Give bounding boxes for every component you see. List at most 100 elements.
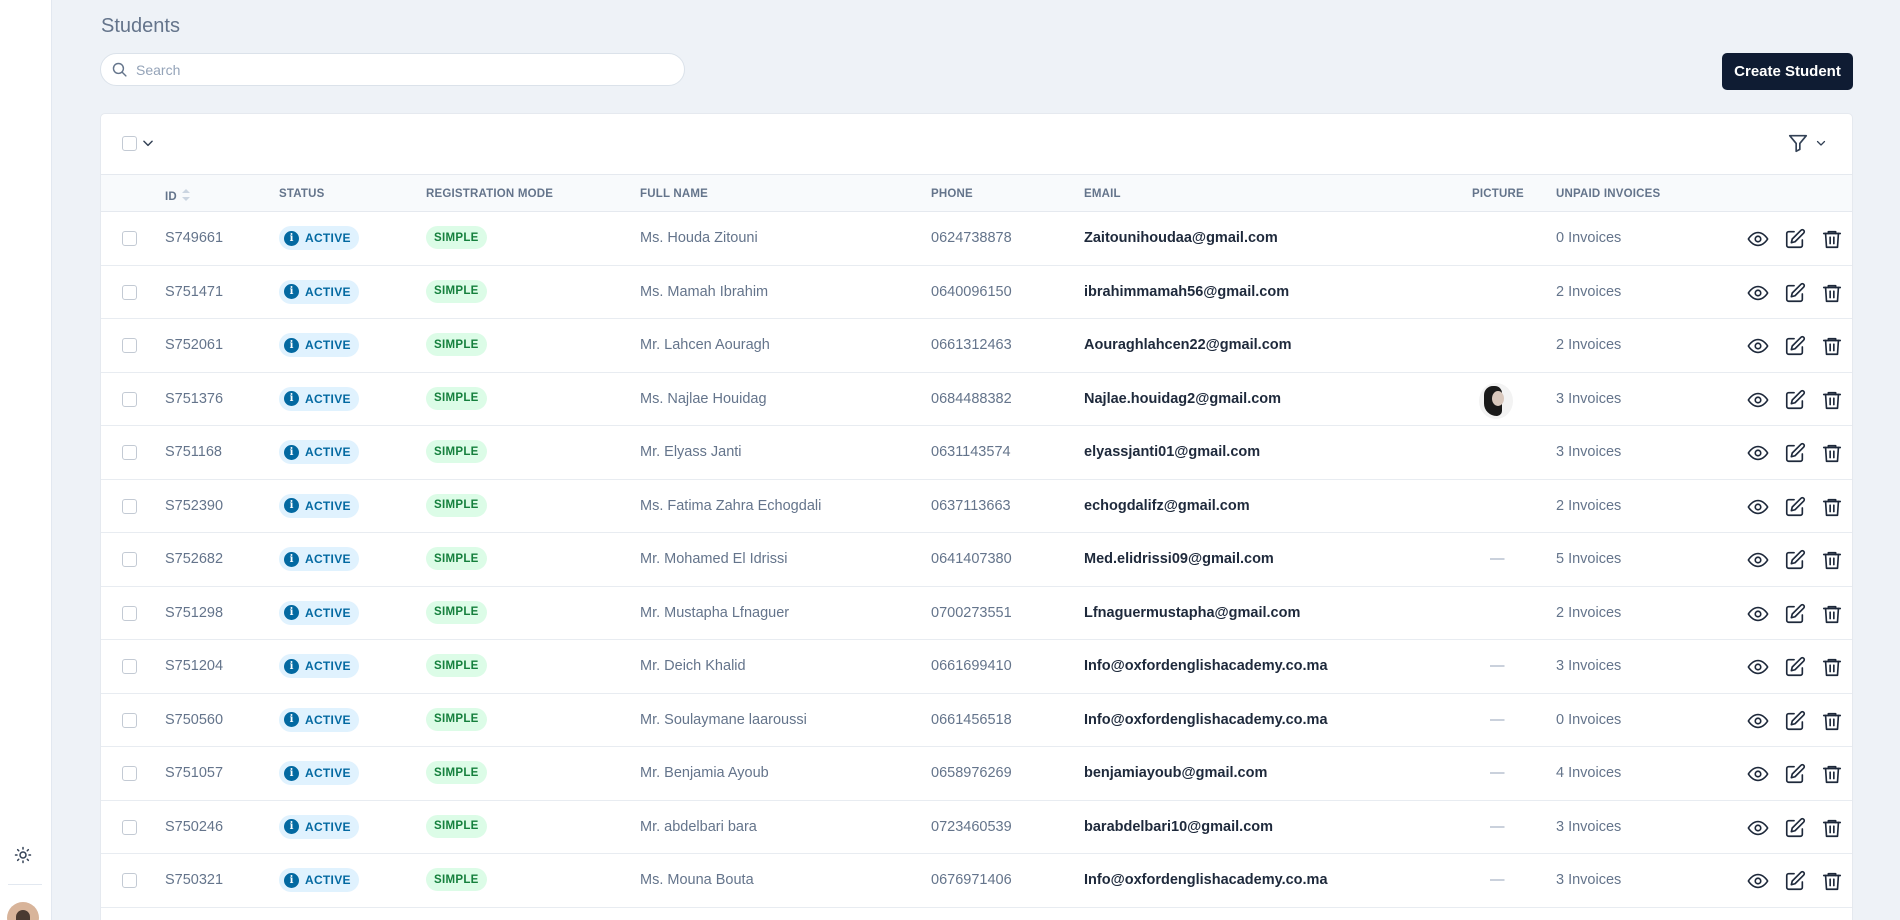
registration-mode-text: SIMPLE (434, 499, 479, 511)
picture-empty: — (1490, 551, 1505, 567)
eye-icon[interactable] (1746, 495, 1770, 519)
search-input[interactable] (136, 61, 656, 78)
table-row[interactable]: S751204 i ACTIVE SIMPLE Mr. Deich Khalid… (101, 640, 1852, 694)
sun-icon[interactable] (12, 844, 34, 866)
phone: 0661699410 (931, 658, 1012, 674)
full-name: Ms. Mamah Ibrahim (640, 283, 769, 300)
row-checkbox[interactable] (122, 873, 137, 888)
select-all-checkbox[interactable] (122, 136, 137, 151)
table-row[interactable]: S751376 i ACTIVE SIMPLE Ms. Najlae Houid… (101, 373, 1852, 426)
eye-icon[interactable] (1746, 709, 1770, 733)
eye-icon[interactable] (1746, 548, 1770, 572)
eye-icon[interactable] (1746, 762, 1770, 786)
row-checkbox[interactable] (122, 712, 137, 728)
table-row[interactable]: S752390 i ACTIVE SIMPLE Ms. Fatima Zahra… (101, 480, 1852, 533)
eye-icon[interactable] (1746, 281, 1770, 305)
user-avatar[interactable] (7, 902, 39, 920)
student-id: S751168 (165, 444, 222, 460)
status-badge: i ACTIVE (279, 547, 359, 571)
table-row[interactable]: S752061 i ACTIVE SIMPLE Mr. Lahcen Aoura… (101, 319, 1852, 373)
edit-icon[interactable] (1783, 655, 1807, 679)
edit-icon[interactable] (1783, 709, 1807, 733)
row-checkbox[interactable] (122, 766, 137, 781)
info-icon: i (284, 872, 299, 888)
edit-icon[interactable] (1783, 227, 1807, 251)
table-row[interactable]: S750246 i ACTIVE SIMPLE Mr. abdelbari ba… (101, 801, 1852, 854)
edit-icon[interactable] (1783, 334, 1807, 358)
trash-icon[interactable] (1820, 655, 1844, 679)
phone: 0637113663 (931, 497, 1011, 514)
trash-icon[interactable] (1820, 709, 1844, 733)
row-actions (1746, 548, 1844, 572)
table-row[interactable]: S752682 i ACTIVE SIMPLE Mr. Mohamed El I… (101, 533, 1852, 587)
trash-icon[interactable] (1820, 869, 1844, 893)
status-text: ACTIVE (305, 659, 351, 673)
phone: 0661456518 (931, 711, 1012, 728)
trash-icon[interactable] (1820, 495, 1844, 519)
row-checkbox[interactable] (122, 659, 137, 674)
trash-icon[interactable] (1820, 334, 1844, 358)
trash-icon[interactable] (1820, 548, 1844, 572)
trash-icon[interactable] (1820, 227, 1844, 251)
edit-icon[interactable] (1783, 495, 1807, 519)
trash-icon[interactable] (1820, 281, 1844, 305)
trash-icon[interactable] (1820, 388, 1844, 412)
edit-icon[interactable] (1783, 548, 1807, 572)
status-text: ACTIVE (305, 712, 351, 727)
edit-icon[interactable] (1783, 441, 1807, 465)
eye-icon[interactable] (1746, 655, 1770, 679)
phone: 0661312463 (931, 337, 1012, 353)
trash-icon[interactable] (1820, 602, 1844, 626)
search-box[interactable] (100, 53, 685, 86)
create-student-button[interactable]: Create Student (1722, 53, 1853, 90)
status-text: ACTIVE (305, 766, 351, 780)
status-badge: i ACTIVE (279, 493, 359, 518)
table-row[interactable]: S750560 i ACTIVE SIMPLE Mr. Soulaymane l… (101, 694, 1852, 747)
table-row[interactable]: S751168 i ACTIVE SIMPLE Mr. Elyass Janti… (101, 426, 1852, 480)
sort-icon[interactable] (181, 188, 191, 202)
trash-icon[interactable] (1820, 441, 1844, 465)
edit-icon[interactable] (1783, 869, 1807, 893)
filter-button[interactable] (1787, 132, 1827, 154)
info-icon: i (284, 498, 299, 513)
edit-icon[interactable] (1783, 762, 1807, 786)
table-row[interactable]: S751057 i ACTIVE SIMPLE Mr. Benjamia Ayo… (101, 747, 1852, 801)
table-row[interactable]: S751298 i ACTIVE SIMPLE Mr. Mustapha Lfn… (101, 587, 1852, 640)
email: echogdalifz@gmail.com (1084, 497, 1250, 514)
eye-icon[interactable] (1746, 816, 1770, 840)
student-id: S751471 (165, 283, 224, 300)
email: Aouraghlahcen22@gmail.com (1084, 337, 1292, 353)
row-checkbox[interactable] (122, 284, 137, 300)
eye-icon[interactable] (1746, 227, 1770, 251)
unpaid-invoices: 3 Invoices (1556, 872, 1622, 888)
row-checkbox[interactable] (122, 605, 137, 621)
row-checkbox[interactable] (122, 391, 137, 407)
info-icon: i (284, 712, 299, 727)
edit-icon[interactable] (1783, 602, 1807, 626)
trash-icon[interactable] (1820, 816, 1844, 840)
row-checkbox[interactable] (122, 552, 137, 567)
eye-icon[interactable] (1746, 869, 1770, 893)
table-row[interactable]: S751471 i ACTIVE SIMPLE Ms. Mamah Ibrahi… (101, 266, 1852, 319)
eye-icon[interactable] (1746, 602, 1770, 626)
row-checkbox[interactable] (122, 498, 137, 514)
row-checkbox[interactable] (122, 445, 137, 460)
row-checkbox[interactable] (122, 819, 137, 835)
eye-icon[interactable] (1746, 441, 1770, 465)
edit-icon[interactable] (1783, 388, 1807, 412)
edit-icon[interactable] (1783, 816, 1807, 840)
row-checkbox[interactable] (122, 231, 137, 246)
eye-icon[interactable] (1746, 334, 1770, 358)
row-checkbox[interactable] (122, 338, 137, 353)
status-text: ACTIVE (305, 338, 351, 352)
chevron-down-icon[interactable] (141, 136, 155, 150)
phone: 0676971406 (931, 872, 1012, 888)
table-row[interactable]: S750321 i ACTIVE SIMPLE Ms. Mouna Bouta … (101, 854, 1852, 908)
eye-icon[interactable] (1746, 388, 1770, 412)
edit-icon[interactable] (1783, 281, 1807, 305)
email: Zaitounihoudaa@gmail.com (1084, 230, 1278, 246)
table-row[interactable]: S749661 i ACTIVE SIMPLE Ms. Houda Zitoun… (101, 212, 1852, 266)
unpaid-invoices: 3 Invoices (1556, 444, 1622, 460)
trash-icon[interactable] (1820, 762, 1844, 786)
column-header-id[interactable]: ID (165, 188, 191, 203)
